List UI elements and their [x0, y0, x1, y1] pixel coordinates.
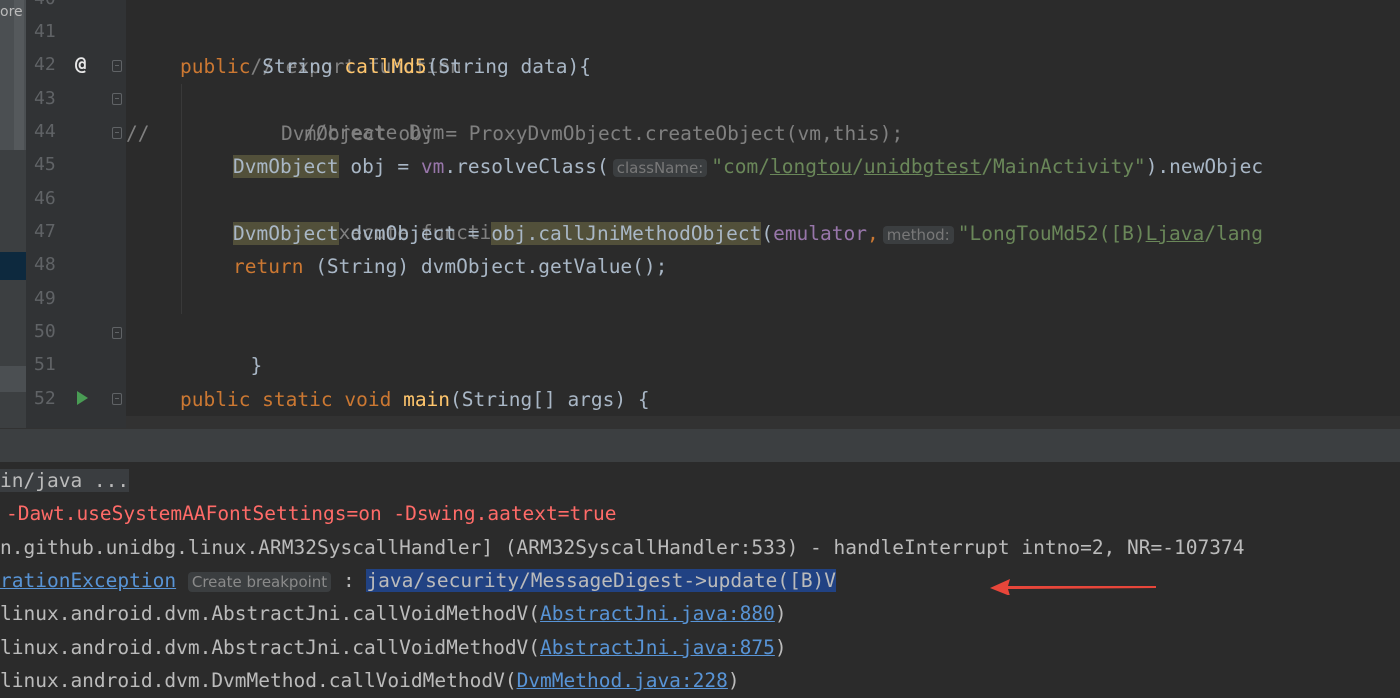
code-text: .resolveClass(: [444, 155, 609, 178]
line-number: 47: [34, 221, 56, 242]
strip-row: [0, 366, 26, 392]
console-line: linux.android.dvm.DvmMethod.callVoidMeth…: [0, 664, 740, 697]
code-line-45: DvmObject obj = vm.resolveClass(classNam…: [233, 150, 1263, 183]
line-number: 43: [34, 88, 56, 109]
command-line-collapsed[interactable]: in/java ...: [0, 469, 130, 492]
fold-icon[interactable]: [112, 327, 122, 339]
string-literal: Ljava: [1145, 222, 1205, 245]
run-panel-header[interactable]: [0, 428, 1400, 463]
console-line: linux.android.dvm.AbstractJni.callVoidMe…: [0, 597, 787, 630]
line-number: 45: [34, 154, 56, 175]
string-literal: /lang: [1204, 222, 1263, 245]
project-tool-strip[interactable]: ore: [0, 0, 26, 428]
code-line-43: //create Dvm: [233, 83, 444, 144]
code-text: (String data){: [426, 55, 591, 78]
line-number: 40: [34, 0, 64, 9]
param-hint: method:: [882, 226, 954, 244]
line-number: 48: [34, 254, 56, 275]
console-text: linux.android.dvm.AbstractJni.callVoidMe…: [0, 636, 541, 659]
code-line-48: return (String) dvmObject.getValue();: [233, 250, 667, 283]
string-literal: "com/: [711, 155, 770, 178]
console-line: linux.android.dvm.AbstractJni.callVoidMe…: [0, 631, 787, 664]
strip-selected-row: [0, 252, 26, 280]
line-number: 52: [34, 388, 56, 409]
keyword: public static void: [180, 388, 392, 411]
code-line-47: DvmObject dvmObject = obj.callJniMethodO…: [233, 217, 1263, 250]
code-line-42: public String callMd5(String data){: [180, 50, 591, 83]
code-line-50: }: [180, 316, 262, 377]
string-literal: unidbgtest: [863, 155, 982, 178]
code-text: ).newObjec: [1145, 155, 1264, 178]
field: emulator: [773, 222, 867, 245]
code-line-46: //execute function: [233, 183, 514, 244]
code-text: (: [761, 222, 774, 245]
stack-trace-link[interactable]: DvmMethod.java:228: [517, 669, 728, 692]
line-number: 41: [34, 21, 56, 42]
method-name: main: [403, 388, 451, 411]
field: vm: [420, 155, 445, 178]
exception-link[interactable]: rationException: [0, 569, 176, 592]
strip-label: ore: [0, 4, 23, 20]
console-text: ): [774, 602, 787, 625]
console-text: -Dawt.useSystemAAFontSettings=on -Dswing…: [6, 502, 617, 525]
console-text: :: [331, 569, 367, 592]
arrow-shape: [990, 579, 1156, 595]
line-number: 50: [34, 321, 56, 342]
console-line: rationException Create breakpoint : java…: [0, 564, 837, 597]
type: String: [262, 55, 333, 78]
annotation-arrow-icon: [990, 579, 1156, 595]
keyword: return: [233, 255, 304, 278]
string-literal: longtou: [769, 155, 853, 178]
console-text: n.github.unidbg.linux.ARM32SyscallHandle…: [0, 536, 1245, 559]
line-number: 51: [34, 354, 56, 375]
run-console[interactable]: in/java ... -Dawt.useSystemAAFontSetting…: [0, 462, 1400, 698]
keyword: public: [180, 55, 251, 78]
line-number: 44: [34, 121, 56, 142]
stack-trace-link[interactable]: AbstractJni.java:875: [540, 636, 775, 659]
console-text: ): [774, 636, 787, 659]
console-text: linux.android.dvm.DvmMethod.callVoidMeth…: [0, 669, 517, 692]
type: DvmObject: [233, 222, 339, 245]
type: DvmObject: [233, 155, 339, 178]
console-text: linux.android.dvm.AbstractJni.callVoidMe…: [0, 602, 541, 625]
code-text: (String[] args) {: [450, 388, 650, 411]
string-literal: /: [852, 155, 864, 178]
code-text: dvmObject =: [338, 222, 492, 245]
code-text: ,: [867, 222, 879, 245]
strip-scrollbar[interactable]: [14, 0, 24, 150]
line-number: 42: [34, 54, 56, 75]
code-line-41: // export function: [180, 17, 461, 78]
override-at-icon[interactable]: @: [75, 53, 86, 75]
fold-icon[interactable]: [112, 393, 122, 405]
run-gutter-icon[interactable]: [77, 391, 88, 405]
fold-icon[interactable]: [112, 127, 122, 139]
comment-prefix: //: [126, 122, 150, 145]
fold-icon[interactable]: [112, 60, 122, 72]
code-text: obj =: [338, 155, 421, 178]
partial-code-line: [126, 416, 1400, 428]
create-breakpoint-button[interactable]: Create breakpoint: [187, 572, 332, 592]
console-line: in/java ...: [0, 464, 130, 497]
code-area[interactable]: // export function public String callMd5…: [126, 0, 1400, 428]
param-hint: className:: [612, 159, 708, 177]
comment: DvmObject obj = ProxyDvmObject.createObj…: [257, 122, 904, 145]
selected-text[interactable]: java/security/MessageDigest->update([B)V: [366, 569, 837, 592]
code-line-52: public static void main(String[] args) {: [180, 383, 650, 416]
line-number: 49: [34, 288, 56, 309]
console-line: -Dawt.useSystemAAFontSettings=on -Dswing…: [6, 497, 616, 530]
method-name: callMd5: [344, 55, 427, 78]
code-text: }: [250, 354, 263, 377]
stack-trace-link[interactable]: AbstractJni.java:880: [540, 602, 775, 625]
console-text: ): [727, 669, 740, 692]
string-literal: /MainActivity": [981, 155, 1146, 178]
string-literal: "LongTouMd52([B): [957, 222, 1146, 245]
code-editor[interactable]: ore 40 41 42 43 44 45 46 47 48 49 50 51 …: [0, 0, 1400, 428]
method-call: obj.callJniMethodObject: [491, 222, 762, 245]
code-line-44: // DvmObject obj = ProxyDvmObject.create…: [126, 117, 903, 150]
console-line: n.github.unidbg.linux.ARM32SyscallHandle…: [0, 531, 1244, 564]
fold-icon[interactable]: [112, 93, 122, 105]
line-number: 46: [34, 188, 56, 209]
code-text: (String) dvmObject.getValue();: [303, 255, 668, 278]
